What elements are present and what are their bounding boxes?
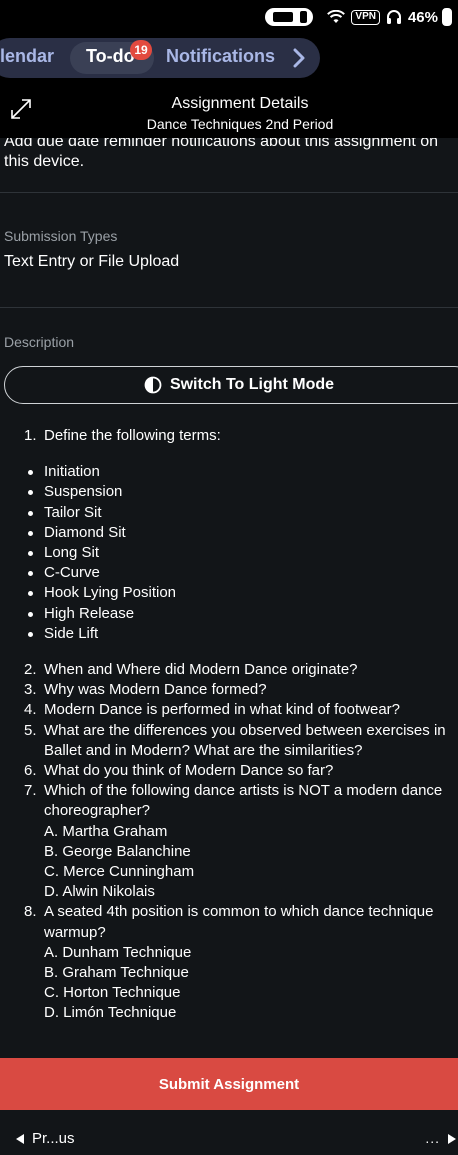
submit-assignment-label: Submit Assignment <box>158 1075 300 1093</box>
reminder-notice: Add due date reminder notifications abou… <box>4 132 444 172</box>
terms-list: Initiation Suspension Tailor Sit Diamond… <box>0 462 458 644</box>
question-number: 5. <box>24 721 37 739</box>
vpn-badge: VPN <box>351 9 380 25</box>
camera-indicator-icon <box>265 8 314 26</box>
list-item: Side Lift <box>0 624 458 644</box>
question-text: Modern Dance is performed in what kind o… <box>44 701 401 719</box>
triangle-left-icon <box>16 1133 24 1144</box>
switch-light-mode-label: Switch To Light Mode <box>169 376 335 393</box>
question-1: 1. Define the following terms: <box>0 426 458 446</box>
divider <box>0 307 458 308</box>
reminder-line-2: this device. <box>4 153 85 170</box>
status-icons: VPN 46% <box>265 7 452 27</box>
answer-option: B. Graham Technique <box>44 964 189 982</box>
assignment-header: Assignment Details Dance Techniques 2nd … <box>0 84 458 138</box>
submission-types-value: Text Entry or File Upload <box>4 253 180 270</box>
question-number: 3. <box>24 681 37 699</box>
submit-assignment-button[interactable]: Submit Assignment <box>0 1058 458 1110</box>
question-number: 8. <box>24 903 37 921</box>
question-text: What do you think of Modern Dance so far… <box>44 762 334 780</box>
list-item: Initiation <box>0 462 458 482</box>
question-4: 4. Modern Dance is performed in what kin… <box>0 700 458 720</box>
question-text: warmup? <box>44 923 106 941</box>
question-text: A seated 4th position is common to which… <box>44 903 434 921</box>
question-text: Ballet and in Modern? What are the simil… <box>44 741 363 759</box>
question-text: What are the differences you observed be… <box>44 721 446 739</box>
answer-option: D. Alwin Nikolais <box>44 883 155 901</box>
answer-option: D. Limón Technique <box>44 1004 177 1022</box>
list-item: Long Sit <box>0 543 458 563</box>
answer-option: B. George Balanchine <box>44 842 191 860</box>
submission-types-label: Submission Types <box>4 228 118 244</box>
battery-percentage: 46% <box>407 8 438 26</box>
course-subtitle: Dance Techniques 2nd Period <box>146 116 334 132</box>
bottom-navigation: Pr...us ... <box>0 1110 458 1155</box>
question-number: 2. <box>24 661 37 679</box>
wifi-icon <box>327 10 346 23</box>
question-text: Which of the following dance artists is … <box>44 782 443 800</box>
previous-button[interactable]: Pr...us <box>16 1130 75 1147</box>
triangle-right-icon[interactable] <box>448 1134 456 1144</box>
list-item: Tailor Sit <box>0 503 458 523</box>
todo-count-badge: 19 <box>130 40 152 60</box>
list-item: Suspension <box>0 482 458 502</box>
contrast-icon <box>144 376 162 394</box>
page-title: Assignment Details <box>171 95 309 112</box>
battery-icon <box>442 8 452 26</box>
previous-label: Pr...us <box>32 1130 75 1147</box>
question-number: 1. <box>24 427 37 444</box>
headphones-icon <box>386 10 401 24</box>
question-text: Why was Modern Dance formed? <box>44 681 267 699</box>
list-item: High Release <box>0 604 458 624</box>
question-number: 4. <box>24 701 37 719</box>
list-item: Diamond Sit <box>0 523 458 543</box>
divider <box>0 192 458 193</box>
answer-option: C. Merce Cunningham <box>44 863 195 881</box>
tab-calendar[interactable]: lendar <box>0 46 54 67</box>
question-text: When and Where did Modern Dance originat… <box>44 661 358 679</box>
description-label: Description <box>4 334 75 350</box>
answer-option: C. Horton Technique <box>44 984 181 1002</box>
question-5: 5. What are the differences you observed… <box>0 721 458 761</box>
description-body: 1. Define the following terms: Initiatio… <box>0 420 458 1024</box>
chevron-right-icon[interactable] <box>292 48 306 68</box>
question-6: 6. What do you think of Modern Dance so … <box>0 761 458 781</box>
question-8: 8. A seated 4th position is common to wh… <box>0 902 458 1023</box>
question-text: choreographer? <box>44 802 150 820</box>
question-text: Define the following terms: <box>44 427 221 444</box>
question-number: 6. <box>24 762 37 780</box>
tab-todo[interactable]: To-do <box>86 46 135 67</box>
answer-option: A. Martha Graham <box>44 822 168 840</box>
list-item: Hook Lying Position <box>0 583 458 603</box>
question-number: 7. <box>24 782 37 800</box>
list-item: C-Curve <box>0 563 458 583</box>
question-2: 2. When and Where did Modern Dance origi… <box>0 660 458 680</box>
tab-notifications[interactable]: Notifications <box>166 46 275 67</box>
tab-bar: lendar To-do 19 Notifications <box>0 34 458 84</box>
question-7: 7. Which of the following dance artists … <box>0 781 458 902</box>
switch-light-mode-button[interactable]: Switch To Light Mode <box>4 366 458 404</box>
more-icon[interactable]: ... <box>425 1130 440 1146</box>
status-bar: VPN 46% <box>0 0 458 34</box>
answer-option: A. Dunham Technique <box>44 943 192 961</box>
question-3: 3. Why was Modern Dance formed? <box>0 680 458 700</box>
